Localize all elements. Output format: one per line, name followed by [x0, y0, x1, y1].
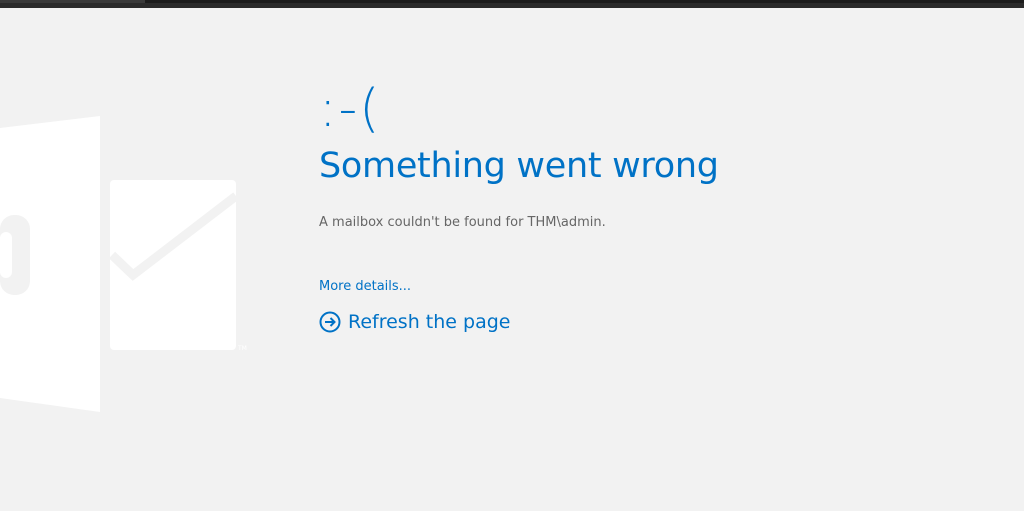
top-bar-line: [145, 0, 1024, 3]
svg-text:TM: TM: [237, 345, 247, 352]
error-panel: :-( Something went wrong A mailbox could…: [319, 78, 999, 334]
refresh-page-label: Refresh the page: [348, 311, 511, 333]
error-title: Something went wrong: [319, 146, 719, 186]
arrow-circle-right-icon: [319, 311, 341, 333]
top-bar: [0, 0, 1024, 8]
sad-face-emoticon: :-(: [319, 79, 382, 139]
top-bar-accent: [0, 0, 145, 3]
more-details-link[interactable]: More details...: [319, 278, 411, 296]
outlook-logo-icon: TM: [0, 110, 260, 420]
refresh-page-button[interactable]: Refresh the page: [319, 310, 999, 334]
error-message: A mailbox couldn't be found for THM\admi…: [319, 215, 606, 230]
